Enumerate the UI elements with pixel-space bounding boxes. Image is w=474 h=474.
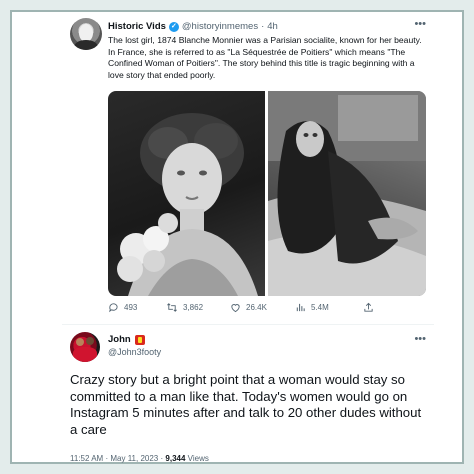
verified-badge-icon: ✓ (168, 21, 179, 32)
share-button[interactable] (363, 302, 383, 313)
reply-author-name[interactable]: John (108, 334, 131, 345)
reply-views-label: Views (187, 454, 209, 463)
more-horizontal-icon[interactable]: ••• (414, 333, 426, 345)
like-button[interactable]: 26.4K (230, 302, 295, 313)
reply-author-name-row: John (108, 334, 145, 345)
tweet-text: The lost girl, 1874 Blanche Monnier was … (108, 35, 422, 80)
share-icon (364, 302, 373, 312)
separator-dot: · (105, 454, 109, 463)
tweet-panel: Historic Vids ✓ @historyinmemes · 4h •••… (62, 12, 434, 463)
reply-count: 493 (124, 303, 138, 312)
quoted-tweet[interactable]: Historic Vids ✓ @historyinmemes · 4h •••… (62, 12, 434, 324)
reply-date[interactable]: May 11, 2023 (110, 454, 158, 463)
separator-dot: · (261, 21, 265, 32)
more-horizontal-icon[interactable]: ••• (414, 18, 426, 30)
reply-button[interactable]: 493 (108, 302, 166, 313)
separator-dot: · (160, 454, 164, 463)
heart-icon (231, 304, 240, 313)
analytics-icon (296, 303, 305, 312)
reply-views-count[interactable]: 9,344 (165, 454, 185, 463)
tweet-divider (62, 324, 434, 325)
retweet-icon (167, 303, 177, 312)
reply-icon (109, 303, 118, 313)
views-button[interactable]: 5.4M (295, 302, 363, 313)
like-count: 26.4K (246, 303, 267, 312)
tweet-timestamp[interactable]: 4h (267, 21, 278, 32)
portrait-photo[interactable] (108, 91, 265, 296)
reply-author-handle[interactable]: @John3footy (108, 347, 161, 357)
view-count: 5.4M (311, 303, 329, 312)
reply-meta: 11:52 AM · May 11, 2023 · 9,344 Views (70, 454, 209, 463)
tweet-actions: 493 3,862 26.4K 5.4M (108, 302, 426, 313)
reply-time[interactable]: 11:52 AM (70, 454, 103, 463)
author-handle[interactable]: @historyinmemes (182, 21, 258, 32)
confined-woman-photo[interactable] (268, 91, 426, 296)
retweet-button[interactable]: 3,862 (166, 302, 230, 313)
club-badge-icon (134, 334, 145, 345)
tweet-header: Historic Vids ✓ @historyinmemes · 4h (108, 21, 278, 32)
retweet-count: 3,862 (183, 303, 204, 312)
reply-text: Crazy story but a bright point that a wo… (70, 372, 422, 437)
author-name[interactable]: Historic Vids (108, 21, 166, 32)
reply-author-avatar[interactable] (70, 332, 100, 362)
tweet-media[interactable] (108, 91, 426, 296)
screenshot-frame: Historic Vids ✓ @historyinmemes · 4h •••… (10, 10, 464, 464)
author-avatar[interactable] (70, 18, 102, 50)
